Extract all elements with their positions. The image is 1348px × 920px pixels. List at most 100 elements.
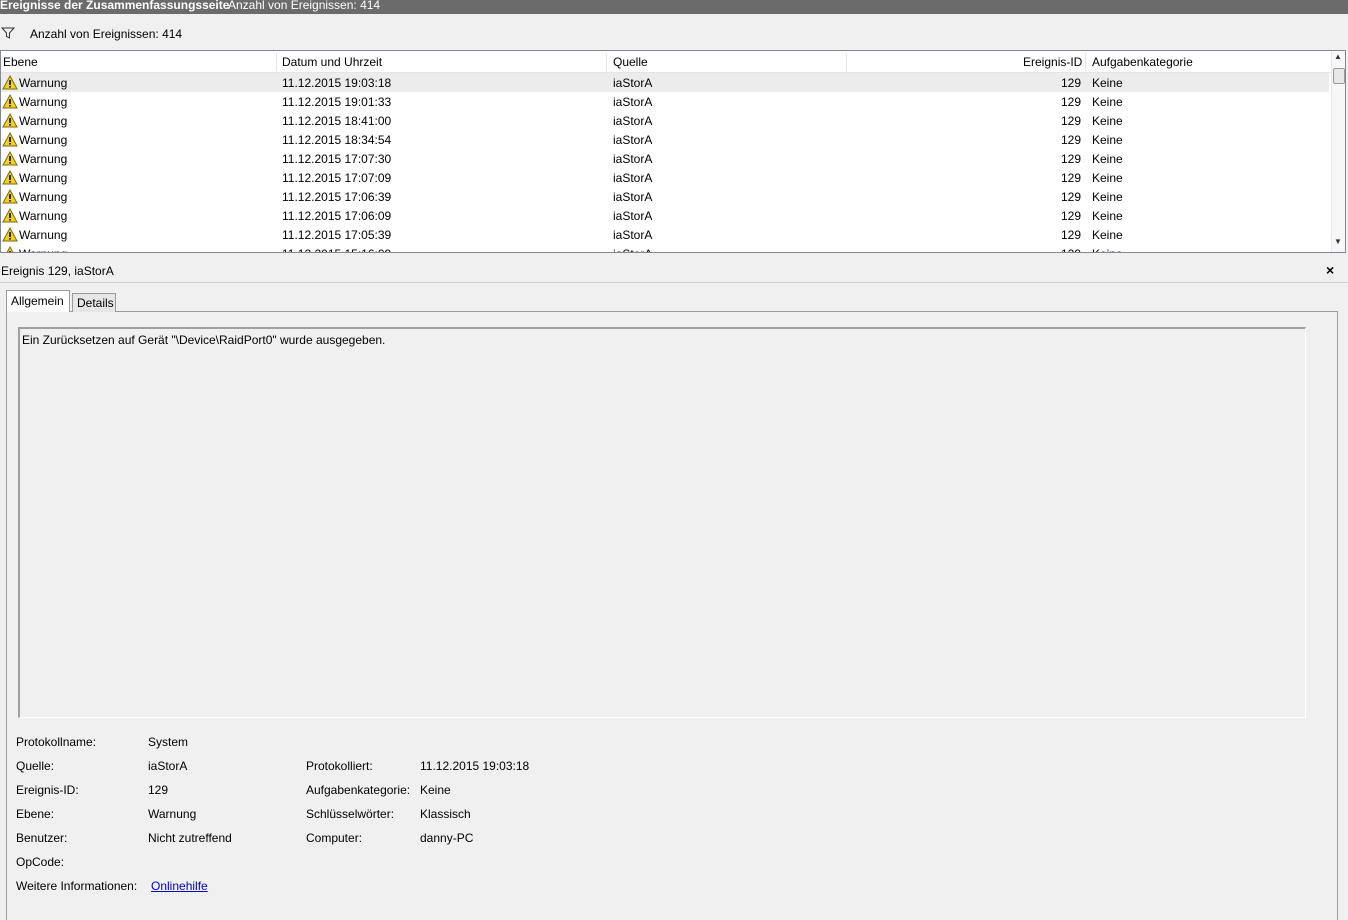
column-header-event-id[interactable]: Ereignis-ID bbox=[1023, 55, 1082, 69]
scroll-up-icon[interactable]: ▲ bbox=[1334, 52, 1342, 61]
computer-value: danny-PC bbox=[420, 831, 474, 845]
user-value: Nicht zutreffend bbox=[148, 831, 232, 845]
cell-event-id: 129 bbox=[1060, 209, 1081, 223]
table-row[interactable]: Warnung 11.12.2015 17:05:39 iaStorA 129 Kein… bbox=[1, 225, 1329, 244]
cell-task-category: Keine bbox=[1092, 247, 1123, 252]
warning-icon bbox=[2, 150, 18, 166]
cell-event-id: 129 bbox=[1060, 114, 1081, 128]
table-row[interactable]: Warnung 11.12.2015 18:34:54 iaStorA 129 Kein… bbox=[1, 130, 1329, 149]
online-help-link[interactable]: Onlinehilfe bbox=[151, 879, 208, 893]
cell-source: iaStorA bbox=[613, 247, 652, 252]
cell-event-id: 129 bbox=[1060, 171, 1081, 185]
cell-datetime: 11.12.2015 15:16:09 bbox=[282, 247, 391, 252]
cell-level: Warnung bbox=[19, 114, 68, 128]
tab-details-label: Details bbox=[77, 296, 114, 310]
warning-icon bbox=[2, 169, 18, 185]
warning-icon bbox=[2, 245, 18, 252]
cell-level: Warnung bbox=[19, 76, 68, 90]
table-row[interactable]: Warnung 11.12.2015 19:01:33 iaStorA 129 Kein… bbox=[1, 92, 1329, 111]
cell-event-id: 129 bbox=[1060, 76, 1081, 90]
table-row[interactable]: Warnung 11.12.2015 17:06:39 iaStorA 129 Kein… bbox=[1, 187, 1329, 206]
cell-datetime: 11.12.2015 19:01:33 bbox=[282, 95, 392, 109]
warning-icon bbox=[2, 207, 18, 223]
cell-datetime: 11.12.2015 18:41:00 bbox=[282, 114, 392, 128]
event-id-label: Ereignis-ID: bbox=[16, 783, 79, 797]
table-row[interactable]: Warnung 11.12.2015 15:16:09 iaStorA 129 Kein… bbox=[1, 244, 1329, 252]
column-header-datetime[interactable]: Datum und Uhrzeit bbox=[282, 55, 382, 69]
cell-source: iaStorA bbox=[613, 228, 653, 242]
cell-source: iaStorA bbox=[613, 114, 653, 128]
event-detail-title: Ereignis 129, iaStorA bbox=[1, 264, 114, 278]
cell-task-category: Keine bbox=[1092, 171, 1123, 185]
cell-task-category: Keine bbox=[1092, 228, 1123, 242]
scroll-down-icon[interactable]: ▼ bbox=[1334, 237, 1342, 246]
warning-icon bbox=[2, 93, 18, 109]
title-bar: Ereignisse der Zusammenfassungsseite Anz… bbox=[0, 0, 1348, 14]
task-category-label: Aufgabenkategorie: bbox=[306, 783, 411, 797]
source-label: Quelle: bbox=[16, 759, 55, 773]
scroll-thumb[interactable] bbox=[1333, 68, 1345, 84]
tab-general[interactable]: Allgemein bbox=[6, 290, 70, 312]
cell-task-category: Keine bbox=[1092, 209, 1123, 223]
cell-source: iaStorA bbox=[613, 76, 653, 90]
cell-source: iaStorA bbox=[613, 171, 653, 185]
task-category-value: Keine bbox=[420, 783, 451, 797]
cell-source: iaStorA bbox=[613, 190, 653, 204]
warning-icon bbox=[2, 112, 18, 128]
cell-datetime: 11.12.2015 17:05:39 bbox=[282, 228, 392, 242]
cell-task-category: Keine bbox=[1092, 133, 1123, 147]
table-row[interactable]: Warnung 11.12.2015 17:07:09 iaStorA 129 Kein… bbox=[1, 168, 1329, 187]
cell-level: Warnung bbox=[19, 133, 68, 147]
vertical-scrollbar[interactable]: ▲ ▼ bbox=[1331, 51, 1345, 252]
cell-level: Warnung bbox=[19, 152, 68, 166]
keywords-value: Klassisch bbox=[420, 807, 471, 821]
cell-source: iaStorA bbox=[613, 133, 653, 147]
close-icon[interactable]: × bbox=[1326, 262, 1334, 278]
computer-label: Computer: bbox=[306, 831, 363, 845]
cell-source: iaStorA bbox=[613, 95, 653, 109]
level-value: Warnung bbox=[148, 807, 197, 821]
cell-datetime: 11.12.2015 17:06:09 bbox=[282, 209, 392, 223]
column-header-source[interactable]: Quelle bbox=[613, 55, 648, 69]
table-row[interactable]: Warnung 11.12.2015 17:07:30 iaStorA 129 Kein… bbox=[1, 149, 1329, 168]
warning-icon bbox=[2, 74, 18, 90]
keywords-label: Schlüsselwörter: bbox=[306, 807, 395, 821]
logged-label: Protokolliert: bbox=[306, 759, 373, 773]
cell-event-id: 129 bbox=[1060, 247, 1081, 252]
log-name-value: System bbox=[148, 735, 189, 749]
cell-level: Warnung bbox=[19, 190, 68, 204]
cell-task-category: Keine bbox=[1092, 190, 1123, 204]
table-row[interactable]: Warnung 11.12.2015 18:41:00 iaStorA 129 Kein… bbox=[1, 111, 1329, 130]
opcode-label: OpCode: bbox=[16, 855, 65, 869]
cell-level: Warnung bbox=[19, 228, 68, 242]
event-detail-header: Ereignis 129, iaStorA × bbox=[0, 260, 1348, 283]
table-row[interactable]: Warnung 11.12.2015 19:03:18 iaStorA 129 Kein… bbox=[1, 73, 1329, 92]
cell-task-category: Keine bbox=[1092, 95, 1123, 109]
cell-datetime: 11.12.2015 17:06:39 bbox=[282, 190, 392, 204]
filter-icon[interactable] bbox=[1, 27, 15, 39]
column-header-level[interactable]: Ebene bbox=[3, 55, 38, 69]
tab-details[interactable]: Details bbox=[72, 293, 116, 312]
user-label: Benutzer: bbox=[16, 831, 68, 845]
event-list[interactable]: Ebene Datum und Uhrzeit Quelle Ereignis-… bbox=[0, 50, 1346, 253]
event-description-text: Ein Zurücksetzen auf Gerät "\Device\Raid… bbox=[22, 333, 386, 347]
warning-icon bbox=[2, 131, 18, 147]
warning-icon bbox=[2, 188, 18, 204]
cell-level: Warnung bbox=[19, 247, 67, 252]
event-description-box[interactable]: Ein Zurücksetzen auf Gerät "\Device\Raid… bbox=[18, 327, 1306, 718]
tab-general-label: Allgemein bbox=[11, 294, 64, 308]
filter-bar bbox=[0, 14, 1348, 50]
column-header-task-category[interactable]: Aufgabenkategorie bbox=[1092, 55, 1193, 69]
column-header-row: Ebene Datum und Uhrzeit Quelle Ereignis-… bbox=[1, 51, 1331, 73]
cell-event-id: 129 bbox=[1060, 190, 1081, 204]
cell-level: Warnung bbox=[19, 171, 68, 185]
table-row[interactable]: Warnung 11.12.2015 17:06:09 iaStorA 129 Kein… bbox=[1, 206, 1329, 225]
cell-datetime: 11.12.2015 17:07:09 bbox=[282, 171, 392, 185]
log-name-label: Protokollname: bbox=[16, 735, 97, 749]
cell-datetime: 11.12.2015 19:03:18 bbox=[282, 76, 392, 90]
cell-event-id: 129 bbox=[1060, 228, 1081, 242]
level-label: Ebene: bbox=[16, 807, 55, 821]
page-title: Ereignisse der Zusammenfassungsseite bbox=[0, 0, 230, 12]
cell-event-id: 129 bbox=[1060, 133, 1081, 147]
logged-value: 11.12.2015 19:03:18 bbox=[420, 759, 530, 773]
